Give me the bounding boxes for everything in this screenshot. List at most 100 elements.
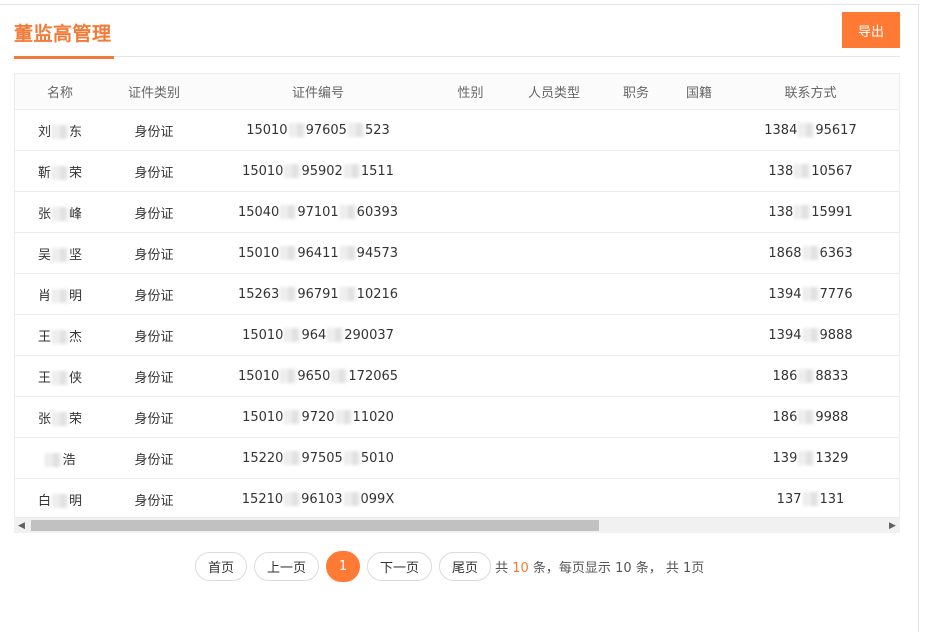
id-part: 15010 — [246, 122, 288, 138]
table-row[interactable]: 王杰身份证 15010 964 290037 1394 9888 — [15, 314, 899, 356]
contact-part: 1394 — [768, 286, 802, 302]
cell-overflow — [895, 191, 899, 233]
pagination: 首页 上一页 1 下一页 尾页 共 10 条，每页显示 10 条， 共 1页 — [195, 551, 704, 582]
name-part: 王 — [37, 329, 51, 345]
name-part: 荣 — [69, 165, 83, 181]
redaction-blur — [794, 164, 811, 178]
cell-gender — [433, 314, 508, 356]
id-part: 97505 — [301, 450, 343, 466]
column-header-id-type[interactable]: 证件类别 — [105, 74, 203, 110]
redaction-blur — [288, 123, 305, 137]
cell-overflow — [895, 150, 899, 192]
redaction-blur — [802, 246, 819, 260]
id-part: 099X — [360, 491, 395, 507]
export-button[interactable]: 导出 — [842, 12, 900, 48]
id-part: 5010 — [360, 450, 394, 466]
id-part: 97605 — [305, 122, 347, 138]
name-part: 张 — [37, 411, 51, 427]
last-page-button[interactable]: 尾页 — [439, 552, 492, 581]
table-header-row: 名称 证件类别 证件编号 性别 人员类型 职务 国籍 联系方式 — [15, 74, 899, 110]
title-divider — [14, 56, 900, 57]
name-part: 荣 — [69, 411, 83, 427]
contact-part: 7776 — [819, 286, 853, 302]
cell-name: 张峰 — [15, 191, 105, 233]
cell-person-type — [508, 396, 600, 438]
table-row[interactable]: 张峰身份证 15040 97101 60393 138 15991 — [15, 191, 899, 233]
redaction-blur — [284, 410, 301, 424]
name-part: 靳 — [37, 165, 51, 181]
redaction-blur — [347, 123, 364, 137]
cell-gender — [433, 273, 508, 315]
table-row[interactable]: 肖明身份证 15263 96791 10216 1394 7776 — [15, 273, 899, 315]
next-page-button[interactable]: 下一页 — [367, 552, 433, 581]
contact-part: 131 — [819, 491, 845, 507]
current-page-button[interactable]: 1 — [326, 551, 361, 582]
name-part: 东 — [69, 124, 83, 140]
cell-id-type: 身份证 — [105, 437, 203, 479]
cell-id-number: 15210 96103 099X — [203, 478, 433, 517]
column-header-position[interactable]: 职务 — [600, 74, 672, 110]
cell-contact: 1394 9888 — [726, 314, 895, 356]
cell-overflow — [895, 437, 899, 479]
cell-person-type — [508, 437, 600, 479]
cell-name: 王杰 — [15, 314, 105, 356]
name-part: 张 — [37, 206, 51, 222]
table-row[interactable]: 吴坚身份证 15010 96411 94573 1868 6363 — [15, 232, 899, 274]
cell-nationality — [672, 150, 726, 192]
cell-person-type — [508, 314, 600, 356]
table-row[interactable]: 王侠身份证 15010 9650 172065 186 8833 — [15, 355, 899, 397]
cell-nationality — [672, 191, 726, 233]
table-row[interactable]: 张荣身份证 15010 9720 11020 186 9988 — [15, 396, 899, 438]
cell-id-number: 15010 96411 94573 — [203, 232, 433, 274]
column-header-nationality[interactable]: 国籍 — [672, 74, 726, 110]
cell-id-number: 15010 97605 523 — [203, 109, 433, 151]
id-part: 15010 — [242, 409, 284, 425]
horizontal-scrollbar[interactable]: ◀ ▶ — [14, 518, 900, 533]
cell-id-number: 15220 97505 5010 — [203, 437, 433, 479]
redaction-blur — [52, 207, 68, 221]
prev-page-button[interactable]: 上一页 — [254, 552, 320, 581]
cell-nationality — [672, 109, 726, 151]
cell-id-type: 身份证 — [105, 478, 203, 517]
redaction-blur — [52, 330, 68, 344]
table-row[interactable]: 刘东身份证 15010 97605 523 1384 95617 — [15, 109, 899, 151]
name-part: 峰 — [69, 206, 83, 222]
redaction-blur — [343, 451, 360, 465]
redaction-blur — [280, 246, 297, 260]
cell-contact: 138 15991 — [726, 191, 895, 233]
table-row[interactable]: 靳荣身份证 15010 95902 1511 138 10567 — [15, 150, 899, 192]
scrollbar-thumb[interactable] — [31, 520, 599, 531]
cell-position — [600, 314, 672, 356]
scroll-left-icon[interactable]: ◀ — [14, 518, 29, 533]
cell-id-type: 身份证 — [105, 355, 203, 397]
cell-nationality — [672, 314, 726, 356]
cell-person-type — [508, 232, 600, 274]
column-header-gender[interactable]: 性别 — [433, 74, 508, 110]
cell-position — [600, 396, 672, 438]
redaction-blur — [280, 369, 297, 383]
first-page-button[interactable]: 首页 — [195, 552, 248, 581]
table-row[interactable]: 浩 身份证 15220 97505 5010 139 1329 — [15, 437, 899, 479]
name-part: 坚 — [69, 247, 83, 263]
redaction-blur — [339, 246, 356, 260]
cell-contact: 1384 95617 — [726, 109, 895, 151]
column-header-name[interactable]: 名称 — [15, 74, 105, 110]
table-row[interactable]: 白明身份证 15210 96103 099X 137 131 — [15, 478, 899, 517]
cell-name: 刘东 — [15, 109, 105, 151]
column-header-person-type[interactable]: 人员类型 — [508, 74, 600, 110]
redaction-blur — [335, 410, 352, 424]
cell-gender — [433, 355, 508, 397]
cell-overflow — [895, 478, 899, 517]
contact-part: 6363 — [819, 245, 853, 261]
id-part: 9650 — [297, 368, 331, 384]
cell-gender — [433, 396, 508, 438]
column-header-id-number[interactable]: 证件编号 — [203, 74, 433, 110]
cell-overflow — [895, 355, 899, 397]
cell-contact: 137 131 — [726, 478, 895, 517]
id-part: 9720 — [301, 409, 335, 425]
scroll-right-icon[interactable]: ▶ — [885, 518, 900, 533]
redaction-blur — [327, 328, 344, 342]
redaction-blur — [339, 287, 356, 301]
column-header-contact[interactable]: 联系方式 — [726, 74, 895, 110]
contact-part: 15991 — [811, 204, 853, 220]
